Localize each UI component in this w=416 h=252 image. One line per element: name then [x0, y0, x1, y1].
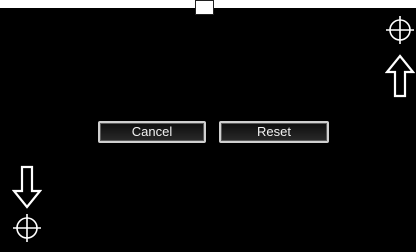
cancel-button[interactable]: Cancel [98, 121, 206, 143]
calibration-screen: Cancel Reset [0, 0, 416, 252]
calibration-target-icon[interactable] [12, 213, 42, 243]
arrow-up-icon [385, 54, 415, 98]
reset-button[interactable]: Reset [219, 121, 329, 143]
arrow-down-icon [12, 165, 42, 209]
top-marker [195, 0, 214, 15]
calibration-target-icon[interactable] [385, 15, 415, 45]
